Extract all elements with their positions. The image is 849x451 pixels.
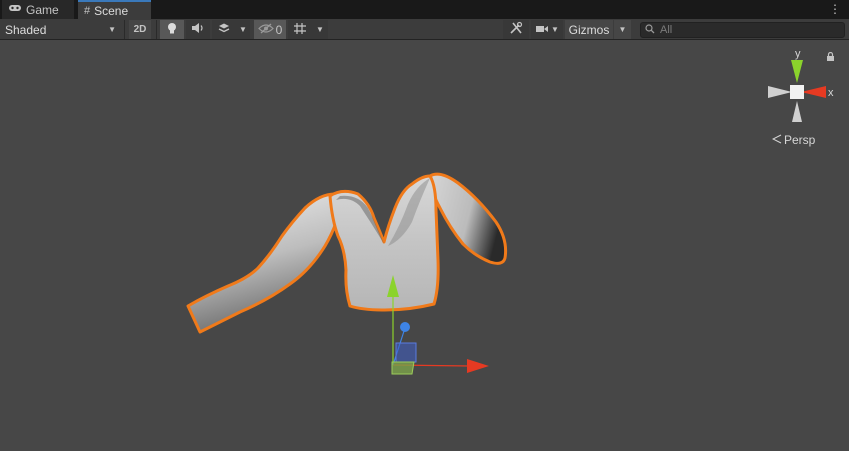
draw-mode-dropdown[interactable]: Shaded ▼ [0, 20, 122, 39]
tools-icon [509, 21, 523, 38]
scene-visibility-toggle[interactable]: 0 [254, 20, 286, 39]
chevron-down-icon: ▼ [239, 25, 247, 34]
gizmo-xz-plane-handle[interactable] [391, 361, 415, 375]
tab-game[interactable]: Game [2, 0, 74, 19]
grid-icon [293, 22, 307, 38]
lighting-toggle[interactable] [160, 20, 184, 39]
gizmos-label: Gizmos [568, 22, 610, 37]
orientation-y-label: y [795, 48, 801, 60]
more-vertical-icon: ⋮ [829, 2, 841, 16]
scene-viewport[interactable]: y x Persp [0, 41, 849, 451]
tab-menu-button[interactable]: ⋮ [829, 2, 841, 16]
tab-bar: Game # Scene ⋮ [0, 0, 849, 19]
chevron-down-icon: ▼ [316, 25, 324, 34]
grid-dropdown[interactable]: ▼ [312, 20, 328, 39]
jacket-right-sleeve [428, 172, 508, 265]
chevron-down-icon: ▼ [551, 25, 559, 34]
effects-toggle[interactable] [212, 20, 236, 39]
camera-icon [535, 23, 549, 37]
jacket-mesh[interactable] [186, 172, 508, 334]
toggle-2d-button[interactable]: 2D [129, 20, 151, 39]
gizmos-toggle[interactable]: Gizmos [565, 20, 613, 39]
tools-button[interactable] [503, 20, 529, 39]
layers-effects-icon [217, 22, 231, 37]
tab-scene[interactable]: # Scene [78, 0, 151, 19]
tab-game-label: Game [26, 2, 59, 17]
orientation-center-cube[interactable] [790, 85, 804, 99]
orientation-y-cone-icon[interactable] [791, 60, 803, 83]
hidden-objects-count: 0 [275, 22, 283, 37]
scene-search[interactable] [640, 22, 845, 38]
projection-toggle[interactable]: Persp [771, 133, 816, 147]
lock-icon[interactable] [826, 51, 835, 64]
gizmo-x-arrow-icon[interactable] [467, 359, 489, 373]
gamepad-icon [8, 3, 22, 16]
chevron-down-icon: ▼ [108, 25, 116, 34]
tab-scene-label: Scene [94, 3, 129, 18]
toolbar-divider [124, 20, 125, 39]
lightbulb-icon [166, 22, 178, 38]
orientation-neg-x-cone-icon[interactable] [768, 86, 792, 98]
toggle-2d-label: 2D [133, 24, 147, 35]
orientation-neg-y-cone-icon[interactable] [792, 101, 802, 122]
draw-mode-value: Shaded [5, 22, 47, 37]
audio-toggle[interactable] [186, 20, 210, 39]
orientation-x-label: x [828, 87, 834, 99]
eye-slash-icon [257, 23, 274, 37]
grid-toggle[interactable] [288, 20, 312, 39]
orientation-x-cone-icon[interactable] [801, 86, 826, 98]
camera-settings-dropdown[interactable]: ▼ [531, 20, 563, 39]
jacket-left-sleeve [186, 192, 344, 334]
perspective-icon [771, 133, 782, 147]
gizmos-dropdown[interactable]: ▼ [614, 20, 631, 39]
toolbar-divider [156, 20, 157, 39]
scene-canvas [186, 172, 508, 375]
gizmo-yz-plane-handle[interactable] [395, 342, 417, 363]
search-input[interactable] [660, 24, 840, 36]
chevron-down-icon: ▼ [618, 25, 627, 34]
gizmo-z-handle-icon[interactable] [400, 322, 410, 332]
scene-toolbar: Shaded ▼ 2D ▼ 0 ▼ ▼ Gizmos ▼ All [0, 19, 849, 40]
speaker-icon [191, 22, 205, 37]
effects-dropdown[interactable]: ▼ [236, 20, 250, 39]
hash-icon: # [84, 4, 91, 17]
projection-label: Persp [784, 133, 816, 147]
search-icon [645, 23, 655, 37]
